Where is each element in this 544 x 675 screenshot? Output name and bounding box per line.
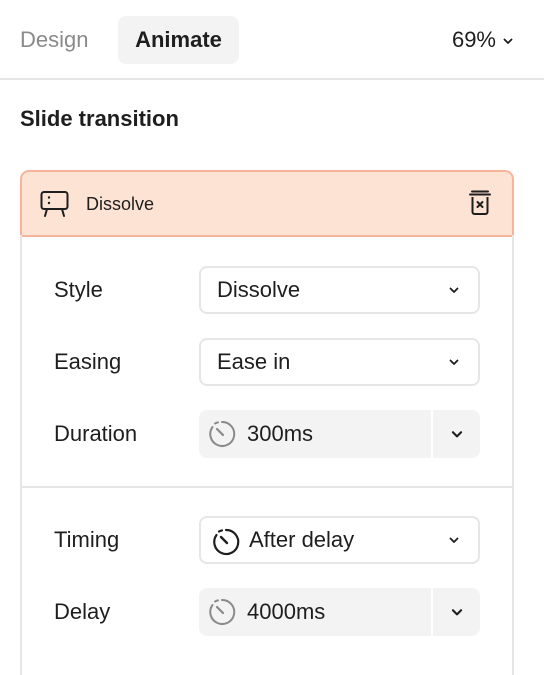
tab-design[interactable]: Design (20, 16, 88, 64)
duration-label: Duration (54, 421, 138, 446)
chevron-down-icon (449, 359, 459, 365)
stopwatch-icon (209, 598, 236, 625)
delay-value: 4000ms (247, 599, 326, 624)
chevron-down-icon (451, 431, 463, 438)
style-label: Style (54, 277, 103, 302)
presentation-icon (40, 191, 69, 217)
panel-header: Design Animate 69% (0, 0, 544, 80)
delay-input[interactable]: 4000ms (199, 588, 431, 636)
stopwatch-icon (209, 420, 236, 447)
style-select[interactable]: Dissolve (199, 266, 480, 314)
timing-value: After delay (249, 527, 355, 552)
timing-label: Timing (54, 527, 120, 552)
tab-animate[interactable]: Animate (118, 16, 239, 64)
easing-select[interactable]: Ease in (199, 338, 480, 386)
chevron-down-icon (449, 537, 459, 543)
duration-input[interactable]: 300ms (199, 410, 431, 458)
timing-select[interactable]: After delay (199, 516, 480, 564)
timer-icon (213, 528, 240, 556)
transition-name: Dissolve (86, 194, 155, 214)
chevron-down-icon (449, 287, 459, 293)
style-value: Dissolve (217, 277, 301, 302)
zoom-dropdown[interactable]: 69% (452, 16, 514, 64)
chevron-down-icon (503, 38, 513, 45)
easing-label: Easing (54, 349, 122, 374)
zoom-value: 69% (451, 27, 496, 52)
duration-dropdown-button[interactable] (433, 410, 480, 458)
chevron-down-icon (451, 609, 463, 616)
easing-value: Ease in (217, 349, 291, 374)
section-title: Slide transition (20, 106, 179, 131)
trash-icon[interactable] (468, 190, 492, 216)
delay-label: Delay (54, 599, 111, 624)
card-divider (20, 486, 514, 488)
delay-dropdown-button[interactable] (433, 588, 480, 636)
duration-value: 300ms (247, 421, 314, 446)
